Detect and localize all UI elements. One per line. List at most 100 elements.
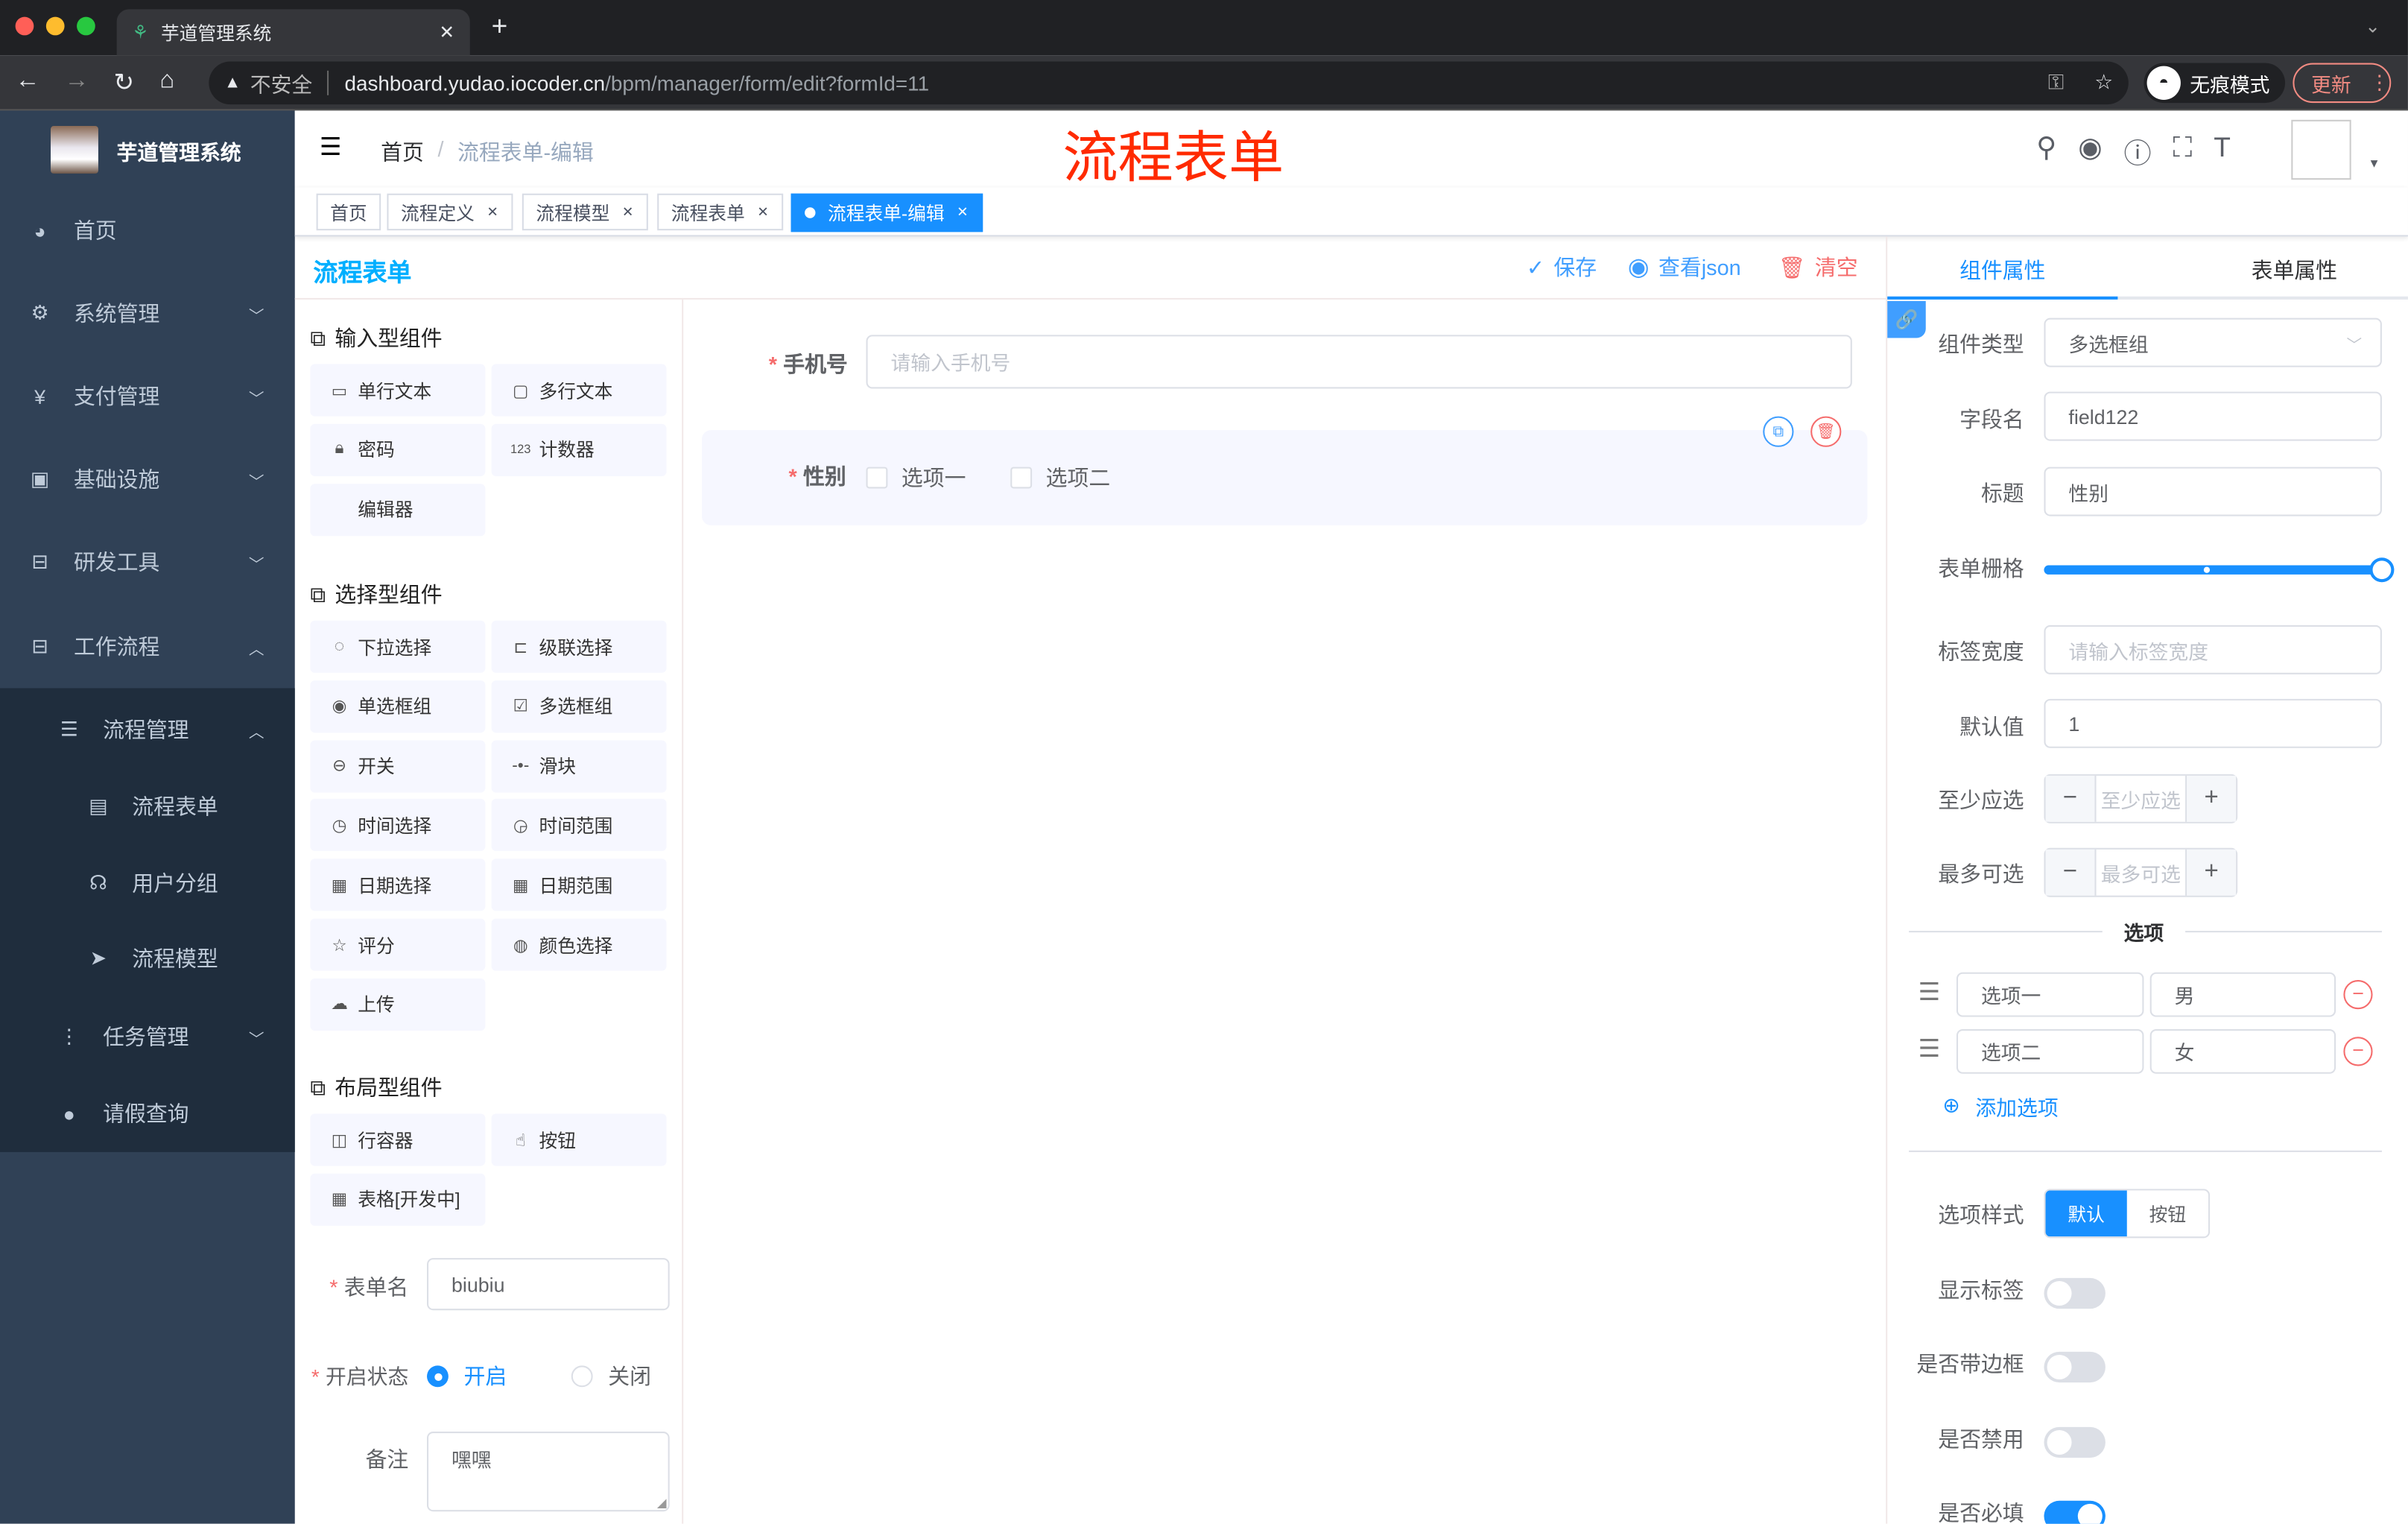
component-item[interactable]: ☁ 上传 [310, 978, 486, 1031]
key-icon[interactable]: ⚿ [2048, 71, 2064, 95]
option-label-input[interactable]: 选项一 [1956, 972, 2144, 1017]
tab-search-chevron-icon[interactable]: ⌄ [2365, 16, 2380, 37]
decrease-button[interactable]: − [2045, 849, 2095, 896]
field-name-input[interactable]: field122 [2044, 391, 2382, 441]
required-switch[interactable] [2044, 1500, 2106, 1524]
border-switch[interactable] [2044, 1351, 2106, 1383]
component-item[interactable]: ▦ 表格[开发中] [310, 1173, 486, 1226]
component-item[interactable]: 🔒︎ 密码 [310, 423, 486, 476]
component-item[interactable]: ▦ 日期范围 [491, 859, 667, 911]
component-type-select[interactable]: 多选框组 ﹀ [2044, 317, 2382, 367]
view-json-button[interactable]: ◉ 查看json [1628, 252, 1741, 282]
sidebar-item-system[interactable]: ⚙ 系统管理 ﹀ [0, 272, 295, 355]
grid-slider-handle[interactable] [2369, 557, 2395, 583]
sidebar-item-devtools[interactable]: ⊟ 研发工具 ﹀ [0, 521, 295, 604]
close-icon[interactable]: ✕ [957, 204, 969, 221]
link-icon[interactable]: 🔗 [1887, 300, 1926, 338]
remove-option-icon[interactable]: − [2343, 980, 2373, 1010]
clear-button[interactable]: 🗑 清空 [1778, 252, 1858, 282]
component-item[interactable]: ◶ 时间范围 [491, 799, 667, 852]
component-item[interactable]: ◫ 行容器 [310, 1113, 486, 1166]
drag-handle-icon[interactable]: ☰ [1918, 1034, 1940, 1064]
security-label[interactable]: 不安全 [250, 68, 312, 98]
home-icon[interactable]: ⌂ [159, 68, 174, 95]
hamburger-icon[interactable]: ☰ [320, 132, 342, 162]
form-name-input[interactable]: biubiu [427, 1258, 670, 1311]
style-default-button[interactable]: 默认 [2045, 1190, 2127, 1237]
label-width-input[interactable]: 请输入标签宽度 [2044, 625, 2382, 674]
forward-icon[interactable]: → [65, 68, 89, 95]
tag-process-model[interactable]: 流程模型 ✕ [522, 193, 647, 231]
close-icon[interactable]: ✕ [622, 203, 634, 221]
caret-down-icon[interactable]: ▼ [2368, 156, 2380, 171]
gender-field-active[interactable]: * 性别 选项一 选项二 [701, 430, 1868, 525]
title-input[interactable]: 性别 [2044, 467, 2382, 516]
tag-process-definition[interactable]: 流程定义 ✕ [387, 193, 513, 231]
close-window-button[interactable] [15, 16, 34, 36]
option-label-input[interactable]: 选项二 [1956, 1029, 2144, 1074]
max-select-stepper[interactable]: − 最多可选 + [2044, 847, 2238, 897]
remove-option-icon[interactable]: − [2343, 1037, 2373, 1066]
reload-icon[interactable]: ↻ [114, 68, 135, 98]
minimize-window-button[interactable] [45, 16, 65, 36]
tag-process-form[interactable]: 流程表单 ✕ [657, 193, 783, 231]
component-item[interactable]: 编辑器 [310, 483, 486, 536]
increase-button[interactable]: + [2187, 775, 2237, 822]
checkbox-label[interactable]: 选项一 [902, 462, 966, 493]
add-option-button[interactable]: ⊕ 添加选项 [1942, 1090, 2058, 1121]
component-item[interactable]: ◉ 单选框组 [310, 680, 486, 733]
stepper-input[interactable]: 至少应选 [2094, 775, 2187, 822]
checkbox-label[interactable]: 选项二 [1046, 462, 1111, 493]
decrease-button[interactable]: − [2045, 775, 2095, 822]
browser-tab[interactable]: ⚘ 芋道管理系统 ✕ [116, 9, 470, 56]
radio-off[interactable] [571, 1365, 593, 1388]
url-input[interactable]: ▲ 不安全 dashboard.yudao.iocoder.cn/bpm/man… [209, 61, 2129, 105]
option-value-input[interactable]: 男 [2149, 972, 2336, 1017]
sidebar-item-task-manage[interactable]: ⋮ 任务管理 ﹀ [0, 996, 295, 1078]
fullscreen-icon[interactable]: ⛶ [2173, 132, 2192, 172]
component-item[interactable]: ☑ 多选框组 [491, 680, 667, 733]
close-icon[interactable]: ✕ [487, 203, 498, 221]
sidebar-item-workflow[interactable]: ⊟ 工作流程 ︿ [0, 605, 295, 688]
font-size-icon[interactable]: T [2214, 132, 2231, 172]
back-icon[interactable]: ← [16, 68, 40, 95]
copy-icon[interactable]: ⧉ [1763, 416, 1794, 447]
component-item[interactable]: ◷ 时间选择 [310, 799, 486, 852]
show-label-switch[interactable] [2044, 1277, 2106, 1309]
github-icon[interactable]: ◉ [2078, 132, 2102, 172]
status-off-label[interactable]: 关闭 [608, 1361, 651, 1391]
component-item[interactable]: ⊖ 开关 [310, 739, 486, 792]
phone-input[interactable]: 请输入手机号 [866, 335, 1852, 389]
close-icon[interactable]: ✕ [757, 203, 769, 221]
increase-button[interactable]: + [2187, 849, 2237, 896]
radio-on[interactable] [427, 1365, 449, 1388]
sidebar-item-process-model[interactable]: ➤ 流程模型 [0, 920, 295, 997]
component-item[interactable]: ☆ 评分 [310, 918, 486, 971]
checkbox[interactable] [1010, 467, 1033, 489]
maximize-window-button[interactable] [77, 16, 95, 36]
default-value-input[interactable]: 1 [2044, 698, 2382, 748]
search-icon[interactable]: ⚲ [2036, 132, 2056, 172]
close-tab-icon[interactable]: ✕ [439, 22, 454, 43]
component-item[interactable]: 123 计数器 [491, 423, 667, 476]
drag-handle-icon[interactable]: ☰ [1918, 977, 1940, 1008]
component-item[interactable]: ▢ 多行文本 [491, 364, 667, 417]
disabled-switch[interactable] [2044, 1426, 2106, 1458]
sidebar-item-leave[interactable]: ● 请假查询 [0, 1075, 295, 1152]
component-item[interactable]: -•- 滑块 [491, 739, 667, 792]
tab-component-props[interactable]: 组件属性 [1887, 255, 2117, 285]
sidebar-item-process-form[interactable]: ▤ 流程表单 [0, 768, 295, 845]
component-item[interactable]: ▦ 日期选择 [310, 859, 486, 911]
option-value-input[interactable]: 女 [2149, 1029, 2336, 1074]
component-item[interactable]: ⊏ 级联选择 [491, 620, 667, 673]
component-item[interactable]: ▭ 单行文本 [310, 364, 486, 417]
component-item[interactable]: ☝ 按钮 [491, 1113, 667, 1166]
save-button[interactable]: ✓ 保存 [1527, 252, 1597, 282]
new-tab-button[interactable]: + [492, 10, 508, 42]
status-on-label[interactable]: 开启 [463, 1361, 507, 1391]
sidebar-item-process-manage[interactable]: ☰ 流程管理 ︿ [0, 688, 295, 771]
component-item[interactable]: ◍ 颜色选择 [491, 918, 667, 971]
tab-form-props[interactable]: 表单属性 [2179, 255, 2408, 285]
avatar[interactable] [2291, 119, 2351, 180]
tag-home[interactable]: 首页 [316, 193, 381, 231]
